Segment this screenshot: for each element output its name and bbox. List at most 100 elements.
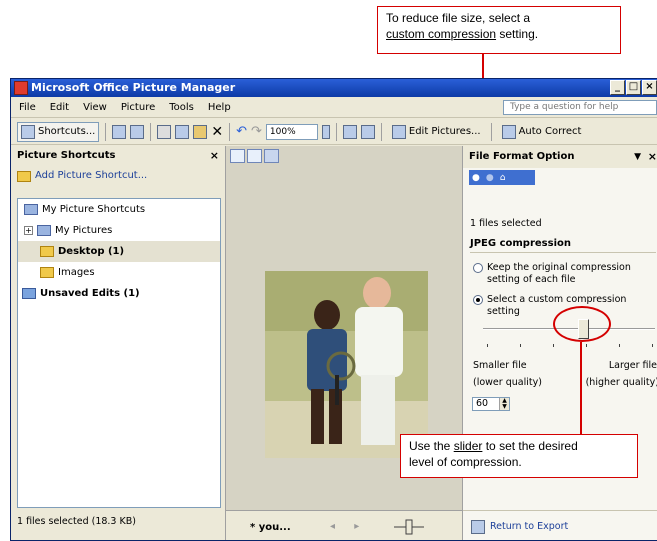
tree-item-my-pictures[interactable]: + My Pictures xyxy=(18,220,220,241)
tennis-photo xyxy=(265,271,428,458)
compression-value-stepper[interactable]: 60 ▲ ▼ xyxy=(472,397,510,411)
callout-custom-compression: To reduce file size, select a custom com… xyxy=(377,6,621,54)
slider-tick xyxy=(586,344,587,347)
toolbar-separator xyxy=(150,122,152,141)
nav-arrows-icon[interactable]: ◂ ▸ xyxy=(330,521,367,532)
smaller-file-label: Smaller file xyxy=(473,360,527,371)
unsaved-edits-icon xyxy=(22,288,36,299)
menu-file[interactable]: File xyxy=(19,102,36,113)
compression-value: 60 xyxy=(476,398,489,409)
close-button[interactable]: × xyxy=(642,80,657,95)
shortcuts-button[interactable]: Shortcuts... xyxy=(17,121,100,142)
auto-correct-button[interactable]: Auto Correct xyxy=(498,122,586,142)
menu-help[interactable]: Help xyxy=(208,102,231,113)
callout-bottom-line2: level of compression. xyxy=(409,455,522,469)
redo-icon[interactable]: ↷ xyxy=(251,124,262,139)
pane-close-button[interactable]: × xyxy=(210,146,219,166)
selection-status: 1 files selected (18.3 KB) xyxy=(17,516,136,527)
expand-icon[interactable]: + xyxy=(24,226,33,235)
title-bar: Microsoft Office Picture Manager _ □ × xyxy=(11,79,657,97)
filmstrip-view-icon[interactable] xyxy=(247,149,262,163)
undo-icon[interactable]: ↶ xyxy=(236,124,247,139)
slider-tick xyxy=(652,344,653,347)
thumbnail-view-icon[interactable] xyxy=(230,149,245,163)
task-pane-close-button[interactable]: × xyxy=(648,146,657,168)
return-to-export-link[interactable]: Return to Export xyxy=(463,510,657,540)
tree-item-my-picture-shortcuts[interactable]: My Picture Shortcuts xyxy=(18,199,220,220)
callout-top-line1: To reduce file size, select a xyxy=(386,11,531,25)
delete-icon[interactable]: ✕ xyxy=(211,124,223,140)
menu-tools[interactable]: Tools xyxy=(169,102,194,113)
save-icon[interactable] xyxy=(112,124,127,139)
option-keep-original[interactable]: Keep the original compression setting of… xyxy=(473,262,653,286)
maximize-button[interactable]: □ xyxy=(626,80,641,95)
lower-quality-label: (lower quality) xyxy=(473,377,542,388)
menu-view[interactable]: View xyxy=(83,102,107,113)
picture-preview[interactable] xyxy=(265,271,428,458)
menu-picture[interactable]: Picture xyxy=(121,102,155,113)
tree-item-label: My Picture Shortcuts xyxy=(42,204,146,215)
help-search-input[interactable]: Type a question for help xyxy=(503,100,657,115)
copy-icon[interactable] xyxy=(175,124,190,139)
window-title: Microsoft Office Picture Manager xyxy=(31,81,236,94)
shortcuts-folder-icon xyxy=(24,204,38,215)
slider-tick xyxy=(619,344,620,347)
app-icon xyxy=(14,81,28,95)
tree-item-images[interactable]: Images xyxy=(18,262,220,283)
home-icon[interactable]: ⌂ xyxy=(500,173,506,183)
export-icon[interactable] xyxy=(130,124,145,139)
task-pane-header: File Format Option ▼ × xyxy=(463,146,657,168)
filmstrip-zoom-slider[interactable] xyxy=(394,519,424,535)
toolbar-separator xyxy=(380,122,382,141)
rotate-right-icon[interactable] xyxy=(360,124,375,139)
window-controls: _ □ × xyxy=(610,80,657,95)
zoom-slider-icon[interactable] xyxy=(321,124,330,139)
callout-top-link: custom compression xyxy=(386,27,497,41)
callout-bottom-pre: Use the xyxy=(409,439,454,453)
folder-icon xyxy=(40,246,54,257)
slider-tick xyxy=(520,344,521,347)
tree-item-label: Desktop (1) xyxy=(58,246,125,257)
filmstrip-bar: * you... ◂ ▸ xyxy=(226,510,462,540)
radio-keep-original[interactable] xyxy=(473,263,483,273)
toolbar-separator xyxy=(335,122,337,141)
callout-slider: Use the slider to set the desired level … xyxy=(400,434,638,478)
toolbar-separator xyxy=(490,122,492,141)
slider-tick xyxy=(487,344,488,347)
slider-tick xyxy=(553,344,554,347)
edit-pictures-label: Edit Pictures... xyxy=(408,126,481,137)
add-picture-shortcut-link[interactable]: Add Picture Shortcut... xyxy=(11,166,225,186)
tree-item-label: Images xyxy=(58,267,95,278)
tree-item-label: My Pictures xyxy=(55,225,113,236)
filmstrip-file-label[interactable]: * you... xyxy=(250,522,291,533)
task-pane-title: File Format Option xyxy=(469,151,575,162)
menu-bar: File Edit View Picture Tools Help Type a… xyxy=(11,97,657,118)
add-shortcut-label: Add Picture Shortcut... xyxy=(35,170,148,181)
rotate-left-icon[interactable] xyxy=(342,124,357,139)
spin-arrows-icon[interactable]: ▲ ▼ xyxy=(499,398,509,410)
zoom-dropdown[interactable]: 100% xyxy=(265,123,318,140)
menu-edit[interactable]: Edit xyxy=(50,102,69,113)
single-picture-view-icon[interactable] xyxy=(264,149,279,163)
cut-icon[interactable] xyxy=(157,124,172,139)
slider-highlight-ellipse xyxy=(553,306,611,342)
tree-item-unsaved-edits[interactable]: Unsaved Edits (1) xyxy=(18,283,220,304)
tree-item-desktop[interactable]: Desktop (1) xyxy=(18,241,220,262)
return-label: Return to Export xyxy=(490,521,569,532)
toolbar-separator xyxy=(229,122,231,141)
edit-pictures-button[interactable]: Edit Pictures... xyxy=(388,122,485,142)
add-folder-icon xyxy=(17,170,31,182)
forward-icon[interactable]: ● xyxy=(486,173,494,183)
return-icon xyxy=(471,519,485,534)
task-pane-dropdown-icon[interactable]: ▼ xyxy=(634,146,641,168)
larger-file-label: Larger file xyxy=(608,360,657,371)
callout-bottom-link: slider xyxy=(453,439,483,453)
minimize-button[interactable]: _ xyxy=(610,80,625,95)
toolbar: Shortcuts... ✕ ↶ ↷ 100% Edit Pictures...… xyxy=(11,119,657,145)
picture-shortcuts-pane: Picture Shortcuts × Add Picture Shortcut… xyxy=(11,146,225,540)
radio-custom-compression[interactable] xyxy=(473,295,483,305)
pictures-folder-icon xyxy=(37,225,51,236)
paste-icon[interactable] xyxy=(193,124,208,139)
tree-item-label: Unsaved Edits (1) xyxy=(40,288,140,299)
back-icon[interactable]: ● xyxy=(472,173,480,183)
